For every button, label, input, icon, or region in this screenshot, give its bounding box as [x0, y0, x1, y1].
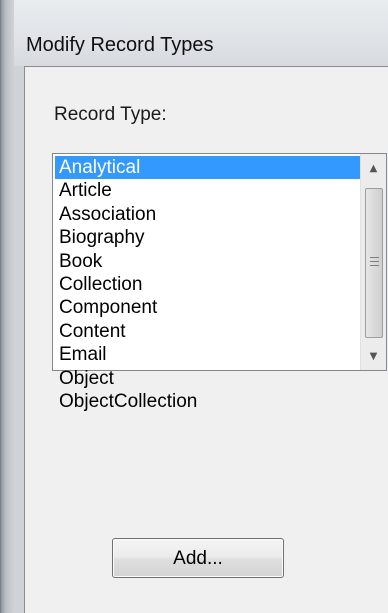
list-item[interactable]: ObjectCollection [55, 390, 365, 413]
record-type-listbox[interactable]: Analytical Article Association Biography Boo… [52, 153, 387, 412]
down-arrow-icon[interactable]: ▼ [361, 342, 386, 370]
list-item[interactable]: Content [55, 320, 365, 343]
list-item[interactable]: Book [55, 250, 365, 273]
scrollbar-thumb[interactable] [365, 188, 383, 338]
list-item[interactable]: Article [55, 179, 365, 202]
record-type-label: Record Type: [54, 104, 167, 125]
list-item[interactable]: Association [55, 203, 365, 226]
record-type-list: Analytical Article Association Biography Boo… [55, 156, 365, 413]
list-item[interactable]: Email [55, 343, 365, 366]
window-frame-left [0, 0, 14, 613]
dialog-window: Modify Record Types Record Type: Analyti… [0, 0, 388, 613]
grip-icon [370, 257, 379, 266]
dialog-title: Modify Record Types [26, 34, 214, 56]
up-arrow-icon[interactable]: ▲ [361, 154, 386, 182]
list-item[interactable]: Component [55, 296, 365, 319]
list-item[interactable]: Collection [55, 273, 365, 296]
vertical-scrollbar[interactable]: ▲ ▼ [360, 154, 386, 370]
list-item[interactable]: Biography [55, 226, 365, 249]
list-item[interactable]: Object [55, 367, 365, 390]
list-item[interactable]: Analytical [55, 156, 365, 180]
add-button[interactable]: Add... [112, 538, 284, 578]
